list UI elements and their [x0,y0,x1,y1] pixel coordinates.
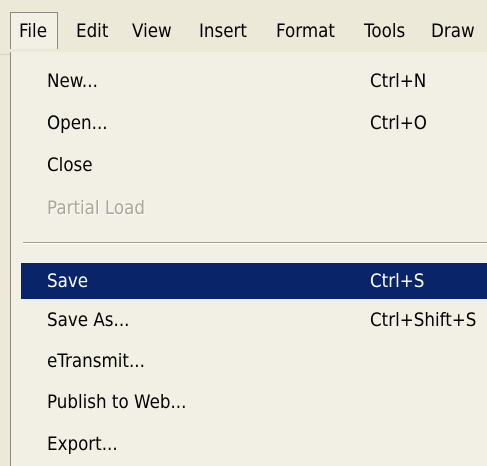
menu-item-label: Open... [47,112,108,134]
menu-format[interactable]: Format [276,16,335,46]
menu-item-save[interactable]: Save Ctrl+S [21,263,487,299]
menu-view[interactable]: View [132,16,172,46]
menu-item-label: eTransmit... [47,350,145,372]
file-menu-dropdown: New... Ctrl+N Open... Ctrl+O Close Parti… [10,52,487,466]
menu-item-publish-to-web[interactable]: Publish to Web... [23,384,487,420]
application-window: File Edit View Insert Format Tools Draw … [0,0,487,466]
menu-item-close[interactable]: Close [23,147,487,183]
menu-item-label: Save As... [47,309,130,331]
menu-item-new[interactable]: New... Ctrl+N [23,63,487,99]
menu-separator [23,242,487,244]
menu-item-label: Save [47,270,89,292]
menu-file[interactable]: File [10,12,58,49]
menu-draw[interactable]: Draw [431,16,475,46]
menu-item-label: New... [47,70,98,92]
menu-bar: File Edit View Insert Format Tools Draw [0,0,487,55]
menu-item-label: Publish to Web... [47,391,187,413]
menu-item-label: Close [47,154,93,176]
menu-insert[interactable]: Insert [199,16,247,46]
menu-item-shortcut: Ctrl+Shift+S [370,309,477,331]
menu-item-etransmit[interactable]: eTransmit... [23,343,487,379]
menu-item-open[interactable]: Open... Ctrl+O [23,105,487,141]
menu-item-shortcut: Ctrl+S [370,270,425,292]
menu-item-shortcut: Ctrl+O [370,112,427,134]
menu-edit[interactable]: Edit [76,16,108,46]
menu-tools[interactable]: Tools [364,16,405,46]
menu-item-label: Partial Load [47,197,145,219]
menu-item-shortcut: Ctrl+N [370,70,427,92]
menu-item-partial-load: Partial Load [23,190,487,226]
menu-item-label: Export... [47,433,118,455]
menu-item-save-as[interactable]: Save As... Ctrl+Shift+S [23,302,487,338]
menu-item-export[interactable]: Export... [23,426,487,462]
